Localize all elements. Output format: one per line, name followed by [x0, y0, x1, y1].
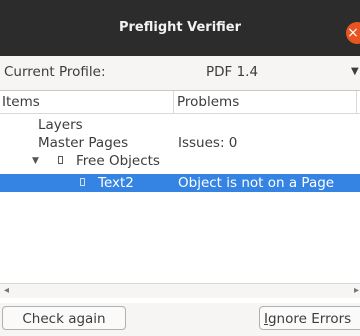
tree-row-master-pages[interactable]: Master Pages Issues: 0: [0, 134, 360, 152]
column-header-problems[interactable]: Problems: [177, 94, 239, 110]
tree-row-free-objects[interactable]: ▼ Free Objects: [0, 152, 360, 170]
text-frame-icon: [80, 178, 85, 186]
ignore-errors-button[interactable]: Ignore Errors: [259, 306, 360, 330]
row-item: Layers: [38, 117, 83, 133]
text-frame-icon: [58, 156, 63, 164]
profile-label: Current Profile:: [4, 64, 106, 80]
title-bar[interactable]: Preflight Verifier ×: [0, 0, 360, 56]
tree-row-layers[interactable]: Layers: [0, 116, 360, 134]
preflight-window: Preflight Verifier × Current Profile: PD…: [0, 0, 360, 336]
profile-select[interactable]: PDF 1.4 ▼: [206, 62, 360, 84]
row-item: Free Objects: [76, 153, 160, 169]
tree-row-text2[interactable]: Text2 Object is not on a Page: [0, 174, 360, 192]
row-item: Text2: [98, 175, 134, 191]
column-separator[interactable]: [173, 91, 174, 113]
row-problem: Object is not on a Page: [178, 175, 335, 191]
ignore-errors-label: gnore Errors: [267, 311, 352, 327]
profile-row: Current Profile: PDF 1.4 ▼: [0, 56, 360, 88]
window-title: Preflight Verifier: [118, 20, 242, 35]
column-separator[interactable]: [356, 91, 357, 113]
close-icon[interactable]: ×: [346, 22, 360, 44]
row-problem: Issues: 0: [178, 135, 238, 151]
profile-value: PDF 1.4: [206, 64, 259, 80]
column-header-items[interactable]: Items: [2, 94, 40, 110]
chevron-down-icon: ▼: [351, 66, 359, 77]
results-tree[interactable]: Items Problems Layers Master Pages Issue…: [0, 90, 360, 303]
check-again-button[interactable]: Check again: [2, 306, 126, 330]
tree-header: Items Problems: [0, 91, 360, 114]
scroll-left-icon[interactable]: ◂: [4, 284, 9, 298]
triangle-down-icon[interactable]: ▼: [32, 152, 39, 170]
horizontal-scrollbar[interactable]: ◂ ▸: [0, 283, 360, 298]
scroll-right-icon[interactable]: ▸: [354, 284, 359, 298]
row-item: Master Pages: [38, 135, 129, 151]
